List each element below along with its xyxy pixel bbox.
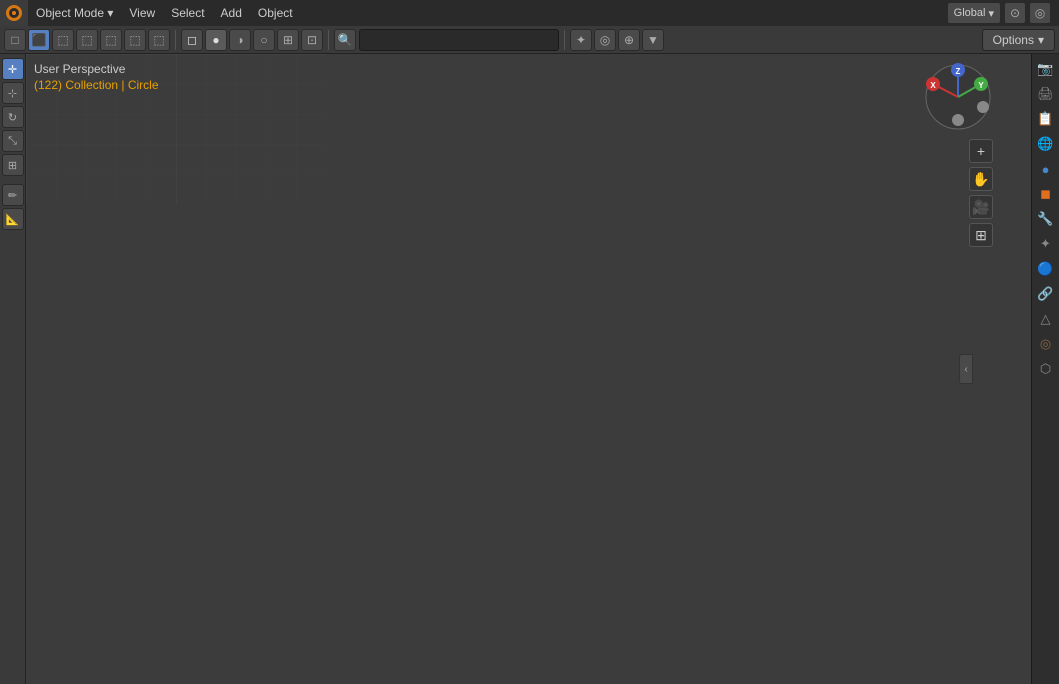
- scale-tool[interactable]: ⤡: [2, 130, 24, 152]
- right-properties-panel: 📷 🖨 📋 🌐 ● ◼ 🔧 ✦ 🔵 🔗 △ ◎ ⬡: [1031, 54, 1059, 684]
- global-dropdown[interactable]: Global ▾: [947, 2, 1001, 24]
- toolbar-icon-4[interactable]: ⬚: [100, 29, 122, 51]
- material-preview-btn[interactable]: ◑: [229, 29, 251, 51]
- camera-btn[interactable]: 🎥: [969, 195, 993, 219]
- svg-text:X: X: [930, 81, 936, 90]
- physics-btn[interactable]: 🔵: [1035, 258, 1057, 280]
- toolbar: □ ⬛ ⬚ ⬚ ⬚ ⬚ ⬚ ◻ ● ◑ ○ ⊞ ⊡ 🔍 ✦ ◎ ⊕ ▼ Opti…: [0, 26, 1059, 54]
- object-properties-btn[interactable]: ◼: [1035, 183, 1057, 205]
- navigation-gizmo[interactable]: Z Y X: [923, 62, 993, 132]
- toolbar-icon-3[interactable]: ⬚: [76, 29, 98, 51]
- svg-text:Y: Y: [978, 81, 984, 90]
- zoom-in-btn[interactable]: +: [969, 139, 993, 163]
- menu-object-mode[interactable]: Object Mode ▾: [28, 0, 121, 26]
- xray-btn[interactable]: ⊡: [301, 29, 323, 51]
- toolbar-icon-2[interactable]: ⬚: [52, 29, 74, 51]
- solid-btn[interactable]: ●: [205, 29, 227, 51]
- output-properties-btn[interactable]: 🖨: [1035, 83, 1057, 105]
- shader-btn[interactable]: ⬡: [1035, 358, 1057, 380]
- separator-3: [564, 30, 565, 50]
- menu-object[interactable]: Object: [250, 0, 301, 26]
- left-toolbar: ✛ ⊹ ↻ ⤡ ⊞ ✏ 📐: [0, 54, 26, 684]
- filter-icon[interactable]: ▼: [642, 29, 664, 51]
- blender-logo: [0, 0, 28, 26]
- grab-btn[interactable]: ✋: [969, 167, 993, 191]
- separator-1: [175, 30, 176, 50]
- modifier-properties-btn[interactable]: 🔧: [1035, 208, 1057, 230]
- menu-add[interactable]: Add: [213, 0, 250, 26]
- render-properties-btn[interactable]: 📷: [1035, 58, 1057, 80]
- viewport-grid: [26, 54, 326, 204]
- snap-magnet-btn[interactable]: ⊙: [1004, 2, 1026, 24]
- transform-tool[interactable]: ⊞: [2, 154, 24, 176]
- annotate-tool[interactable]: ✏: [2, 184, 24, 206]
- global-label: Global: [954, 7, 986, 19]
- menu-select[interactable]: Select: [163, 0, 212, 26]
- toolbar-search-input[interactable]: [359, 29, 559, 51]
- toolbar-left-icons: □ ⬛ ⬚ ⬚ ⬚ ⬚ ⬚: [4, 29, 170, 51]
- separator-2: [328, 30, 329, 50]
- view-layer-btn[interactable]: 📋: [1035, 108, 1057, 130]
- toolbar-icon-5[interactable]: ⬚: [124, 29, 146, 51]
- toolbar-icon-6[interactable]: ⬚: [148, 29, 170, 51]
- material-btn[interactable]: ◎: [1035, 333, 1057, 355]
- rotate-tool[interactable]: ↻: [2, 106, 24, 128]
- top-menu-bar: Object Mode ▾ View Select Add Object Glo…: [0, 0, 1059, 26]
- proportional-edit-btn[interactable]: ◎: [1029, 2, 1051, 24]
- rendered-btn[interactable]: ○: [253, 29, 275, 51]
- options-button[interactable]: Options ▾: [982, 29, 1055, 51]
- menu-view[interactable]: View: [121, 0, 163, 26]
- measure-tool[interactable]: 📐: [2, 208, 24, 230]
- snap-icon[interactable]: ✦: [570, 29, 592, 51]
- toolbar-right-icons: ✦ ◎ ⊕ ▼: [570, 29, 664, 51]
- toolbar-select-box[interactable]: □: [4, 29, 26, 51]
- particles-btn[interactable]: ✦: [1035, 233, 1057, 255]
- proportional-icon[interactable]: ◎: [594, 29, 616, 51]
- toolbar-icon-1[interactable]: ⬛: [28, 29, 50, 51]
- wireframe-btn[interactable]: ◻: [181, 29, 203, 51]
- search-icon[interactable]: 🔍: [334, 29, 356, 51]
- overlay-btn[interactable]: ⊞: [277, 29, 299, 51]
- svg-text:Z: Z: [956, 67, 961, 76]
- viewport-controls: + ✋ 🎥 ⊞: [969, 139, 993, 247]
- sidebar-collapse-btn[interactable]: ‹: [959, 354, 973, 384]
- constraints-btn[interactable]: 🔗: [1035, 283, 1057, 305]
- collection-label: (122) Collection | Circle: [34, 78, 159, 92]
- object-data-btn[interactable]: △: [1035, 308, 1057, 330]
- viewport: User Perspective (122) Collection | Circ…: [26, 54, 1001, 684]
- move-tool[interactable]: ⊹: [2, 82, 24, 104]
- viewport-perspective-label: User Perspective: [34, 62, 125, 76]
- viewport-shading-icons: ◻ ● ◑ ○ ⊞ ⊡: [181, 29, 323, 51]
- options-label: Options: [993, 33, 1034, 47]
- scene-properties-btn[interactable]: 🌐: [1035, 133, 1057, 155]
- orthographic-btn[interactable]: ⊞: [969, 223, 993, 247]
- cursor-tool[interactable]: ✛: [2, 58, 24, 80]
- transform-icon[interactable]: ⊕: [618, 29, 640, 51]
- world-properties-btn[interactable]: ●: [1035, 158, 1057, 180]
